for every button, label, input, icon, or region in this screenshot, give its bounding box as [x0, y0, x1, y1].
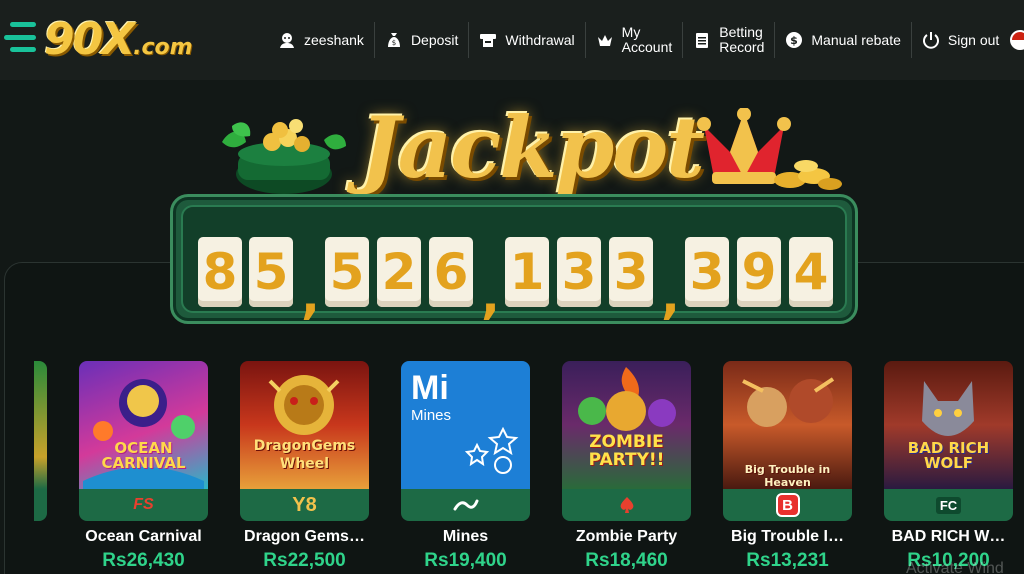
svg-text:$: $	[791, 34, 799, 47]
fs-provider-icon: FS	[79, 489, 208, 521]
coin-pile-icon	[770, 150, 844, 194]
os-activation-watermark: Activate Wind	[906, 560, 1004, 574]
jackpot-digit: 2	[377, 237, 421, 307]
nav-betting-record-label: Betting Record	[719, 24, 765, 55]
jackpot-comma: ,	[481, 267, 500, 325]
dollar-coin-icon: $	[785, 31, 803, 49]
language-flag-icon[interactable]	[1010, 30, 1024, 50]
game-thumb-title: Mi	[411, 369, 449, 407]
nav-sign-out-label: Sign out	[947, 32, 1000, 48]
pot-of-gold-icon	[212, 112, 350, 196]
game-card-partial[interactable]	[34, 361, 47, 521]
game-card-ocean-carnival[interactable]: OCEAN CARNIVAL FS Ocean Carnival Rs26,43…	[79, 361, 208, 572]
top-header: 90X .com zeeshank $ Deposit Withdrawal M…	[0, 0, 1024, 80]
jackpot-digit: 9	[737, 237, 781, 307]
nav-withdrawal-label: Withdrawal	[505, 32, 575, 48]
stars-icon	[464, 427, 519, 474]
clipboard-icon	[693, 31, 711, 49]
wallet-icon	[479, 31, 497, 49]
game-card-mines[interactable]: Mi Mines Mines Rs19,400	[401, 361, 530, 572]
y8-provider-icon: Y8	[240, 489, 369, 521]
game-jackpot-amount: Rs13,231	[746, 550, 829, 571]
jackpot-counter-inner: 8 5 , 5 2 6 , 1 3 3 , 3 9 4	[181, 205, 847, 325]
game-card-zombie-party[interactable]: ZOMBIE PARTY!! Zombie Party Rs18,460	[562, 361, 691, 572]
svg-text:$: $	[392, 39, 396, 47]
nav-username-label: zeeshank	[304, 32, 364, 48]
nav-deposit-label: Deposit	[410, 32, 459, 48]
jackpot-counter: 8 5 , 5 2 6 , 1 3 3 , 3 9 4	[170, 194, 858, 325]
game-name: Zombie Party	[575, 528, 678, 545]
jackpot-digit: 3	[609, 237, 653, 307]
jackpot-digit: 3	[557, 237, 601, 307]
nav-manual-rebate[interactable]: $ Manual rebate	[775, 22, 912, 58]
game-card-big-trouble[interactable]: Big Trouble in Heaven B Big Trouble I… R…	[723, 361, 852, 572]
jackpot-digit: 4	[789, 237, 833, 307]
game-jackpot-amount: Rs18,460	[585, 550, 668, 571]
nav-my-account-label: My Account	[621, 24, 673, 55]
game-thumb-title: DragonGems Wheel	[253, 438, 356, 472]
jackpot-digit: 5	[325, 237, 369, 307]
game-thumb-title: ZOMBIE PARTY!!	[588, 432, 665, 470]
game-thumbnail[interactable]: ZOMBIE PARTY!!	[562, 361, 691, 489]
game-jackpot-amount: Rs22,500	[263, 550, 346, 571]
jackpot-title: Jackpot	[360, 98, 705, 197]
jackpot-digit: 5	[249, 237, 293, 307]
game-thumbnail[interactable]: OCEAN CARNIVAL	[79, 361, 208, 489]
nav-username[interactable]: zeeshank	[268, 22, 375, 58]
game-thumb-title: OCEAN CARNIVAL	[101, 439, 186, 472]
nav-withdrawal[interactable]: Withdrawal	[469, 22, 586, 58]
money-bag-icon: $	[385, 31, 403, 49]
game-jackpot-amount: Rs26,430	[102, 550, 185, 571]
b-provider-icon: B	[723, 489, 852, 521]
jackpot-digit: 6	[429, 237, 473, 307]
game-name: BAD RICH W…	[891, 528, 1006, 545]
game-thumb-subtitle: Mines	[411, 407, 452, 424]
nav-my-account[interactable]: My Account	[586, 22, 684, 58]
menu-icon[interactable]	[4, 22, 36, 52]
header-nav: zeeshank $ Deposit Withdrawal My Account…	[268, 18, 1009, 62]
jackpot-digit: 3	[685, 237, 729, 307]
nav-betting-record[interactable]: Betting Record	[683, 22, 776, 58]
crown-icon	[596, 31, 614, 49]
game-thumbnail[interactable]: Big Trouble in Heaven	[723, 361, 852, 489]
jackpot-digit: 8	[198, 237, 242, 307]
logo-main: 90X	[44, 14, 135, 65]
user-icon	[278, 31, 296, 49]
game-card-dragon-gems[interactable]: DragonGems Wheel Y8 Dragon Gems… Rs22,50…	[240, 361, 369, 572]
jackpot-comma: ,	[301, 267, 320, 325]
fc-provider-icon: FC	[884, 489, 1013, 521]
spade-provider-icon	[562, 489, 691, 521]
game-jackpot-amount: Rs19,400	[424, 550, 507, 571]
game-thumb-title: BAD RICH WOLF	[907, 439, 990, 472]
game-name: Mines	[442, 528, 489, 545]
game-thumb-title: Big Trouble in Heaven	[744, 463, 831, 489]
game-name: Dragon Gems…	[244, 528, 365, 545]
nav-manual-rebate-label: Manual rebate	[811, 32, 901, 48]
site-logo[interactable]: 90X .com	[44, 14, 193, 66]
power-icon	[922, 31, 940, 49]
game-thumbnail[interactable]: Mi Mines	[401, 361, 530, 489]
game-thumbnail[interactable]: BAD RICH WOLF	[884, 361, 1013, 489]
game-name: Big Trouble I…	[731, 528, 844, 545]
nav-sign-out[interactable]: Sign out	[912, 22, 1009, 58]
jackpot-digit: 1	[505, 237, 549, 307]
game-name: Ocean Carnival	[85, 528, 202, 545]
game-card-bad-rich-wolf[interactable]: BAD RICH WOLF FC BAD RICH W… Rs10,200	[884, 361, 1013, 572]
nav-deposit[interactable]: $ Deposit	[375, 22, 470, 58]
logo-domain: .com	[133, 35, 193, 60]
jackpot-comma: ,	[661, 267, 680, 325]
link-provider-icon	[401, 489, 530, 521]
game-thumbnail[interactable]: DragonGems Wheel	[240, 361, 369, 489]
